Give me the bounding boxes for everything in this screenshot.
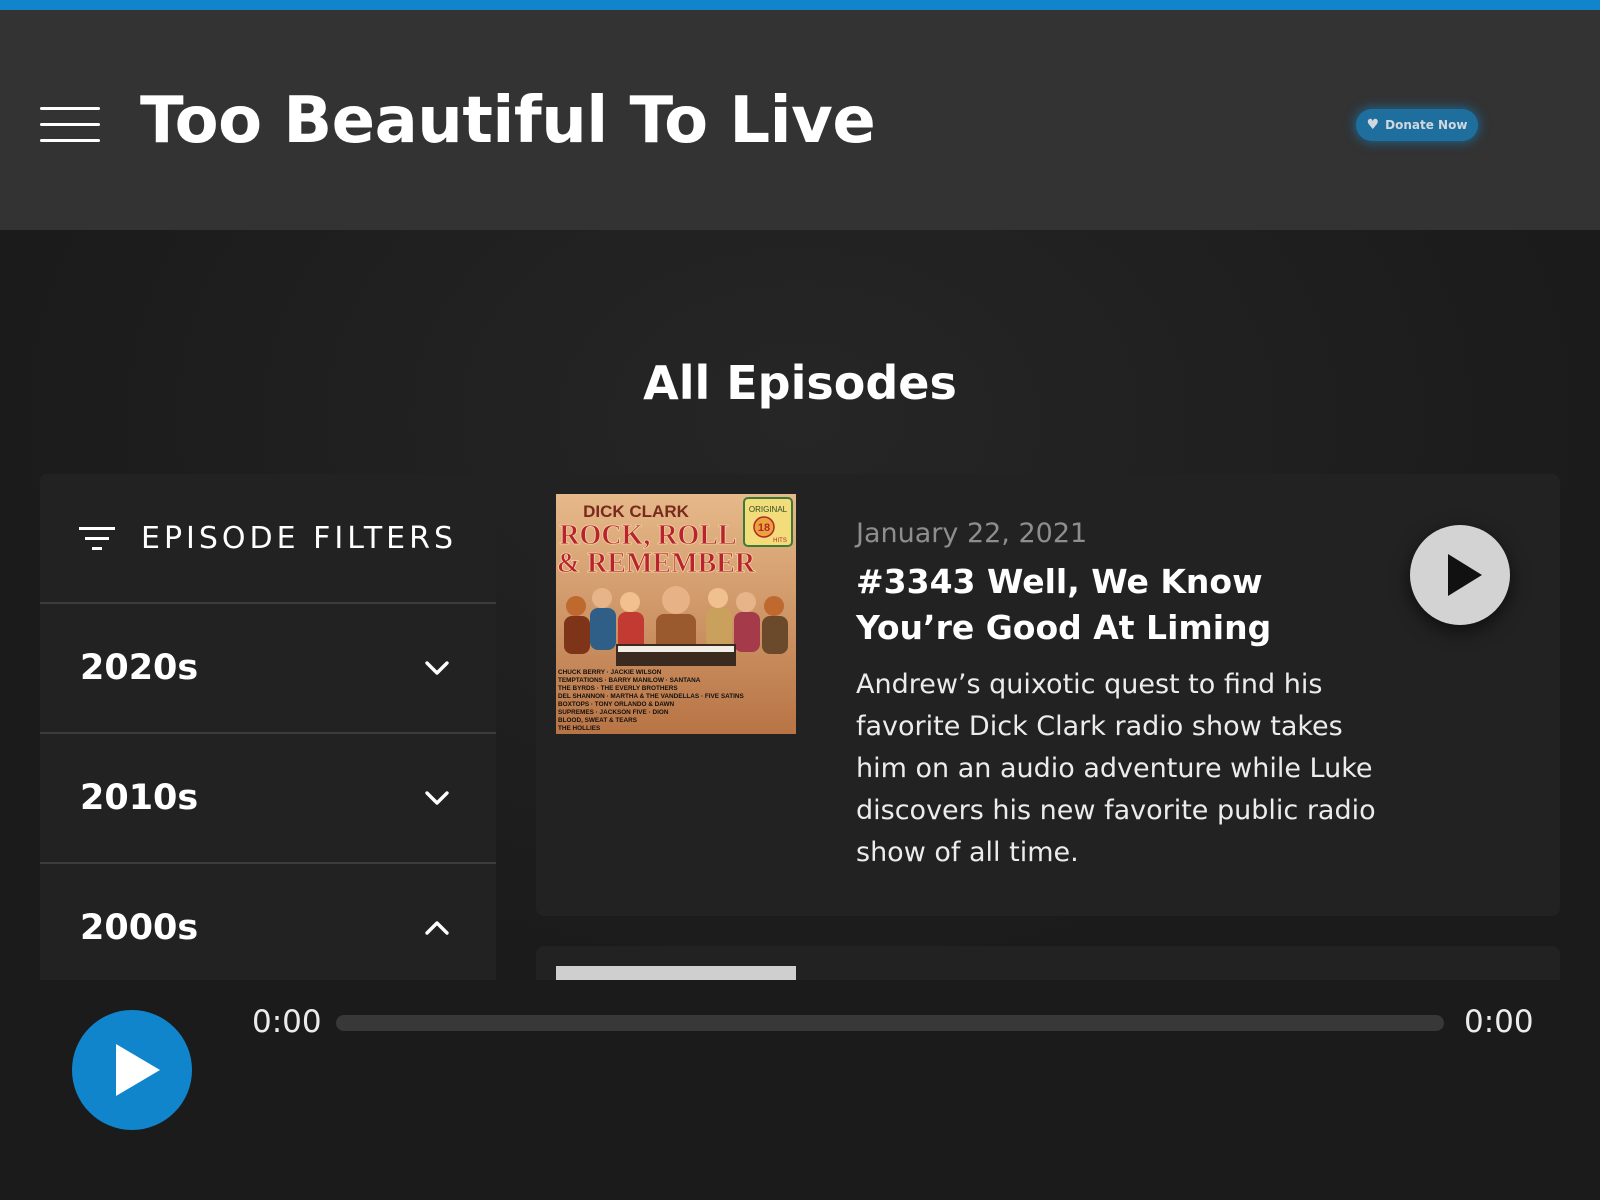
heart-icon: ♥: [1366, 117, 1380, 133]
donate-label: Donate Now: [1385, 118, 1468, 132]
donate-button[interactable]: ♥ Donate Now: [1356, 109, 1478, 141]
current-time: 0:00: [252, 1004, 322, 1040]
cover-artist: TEMPTATIONS · BARRY MANILOW · SANTANA: [558, 677, 701, 684]
episode-date: January 22, 2021: [856, 518, 1088, 549]
site-title[interactable]: Too Beautiful To Live: [140, 78, 876, 164]
album-cover-illustration: DICK CLARK ROCK, ROLL & REMEMBER ORIGINA…: [556, 494, 796, 734]
filters-header[interactable]: EPISODE FILTERS: [40, 474, 496, 604]
episode-description: Andrew’s quixotic quest to find his favo…: [856, 669, 1376, 868]
episode-cover-art[interactable]: DICK CLARK ROCK, ROLL & REMEMBER ORIGINA…: [556, 494, 796, 734]
cover-line1: ROCK, ROLL: [559, 520, 736, 551]
episode-card: DICK CLARK ROCK, ROLL & REMEMBER ORIGINA…: [536, 474, 1560, 916]
decade-filter-2000s[interactable]: 2000s: [40, 864, 496, 980]
cover-artist: THE HOLLIES: [558, 725, 601, 732]
cover-artist: BLOOD, SWEAT & TEARS: [558, 717, 638, 724]
filter-icon: [79, 525, 115, 551]
cover-artist: DEL SHANNON · MARTHA & THE VANDELLAS · F…: [558, 693, 745, 700]
page-title: All Episodes: [643, 356, 957, 410]
site-header: Too Beautiful To Live ♥ Donate Now: [0, 10, 1600, 230]
episode-filters-panel: EPISODE FILTERS 2020s 2010s 2000s: [40, 474, 496, 980]
cover-line2: & REMEMBER: [557, 548, 756, 579]
cover-artist: BOXTOPS · TONY ORLANDO & DAWN: [558, 701, 674, 708]
episode-play-button[interactable]: [1410, 525, 1510, 625]
chevron-down-icon: [424, 654, 450, 682]
player-play-button[interactable]: [72, 1010, 192, 1130]
cover-artist: CHUCK BERRY · JACKIE WILSON: [558, 669, 662, 676]
chevron-down-icon: [424, 784, 450, 812]
cover-badge-top: ORIGINAL: [749, 505, 788, 514]
audio-player: 0:00 0:00: [0, 980, 1600, 1200]
chevron-up-icon: [424, 914, 450, 942]
cover-artist: SUPREMES · JACKSON FIVE · DION: [558, 709, 669, 716]
cover-artist: THE BYRDS · THE EVERLY BROTHERS: [558, 685, 678, 692]
cover-badge-number: 18: [758, 522, 770, 534]
cover-badge-bottom: HITS: [773, 538, 787, 544]
decade-filter-2020s[interactable]: 2020s: [40, 604, 496, 734]
decade-label: 2000s: [80, 908, 199, 948]
hamburger-menu-icon[interactable]: [40, 98, 100, 144]
decade-filter-2010s[interactable]: 2010s: [40, 734, 496, 864]
top-accent-bar: [0, 0, 1600, 10]
cover-brand: DICK CLARK: [583, 502, 689, 521]
filters-heading: EPISODE FILTERS: [141, 520, 457, 556]
decade-label: 2010s: [80, 778, 199, 818]
duration: 0:00: [1464, 1004, 1534, 1040]
decade-label: 2020s: [80, 648, 199, 688]
progress-bar[interactable]: [336, 1015, 1444, 1031]
episode-title[interactable]: #3343 Well, We Know You’re Good At Limin…: [856, 559, 1306, 651]
